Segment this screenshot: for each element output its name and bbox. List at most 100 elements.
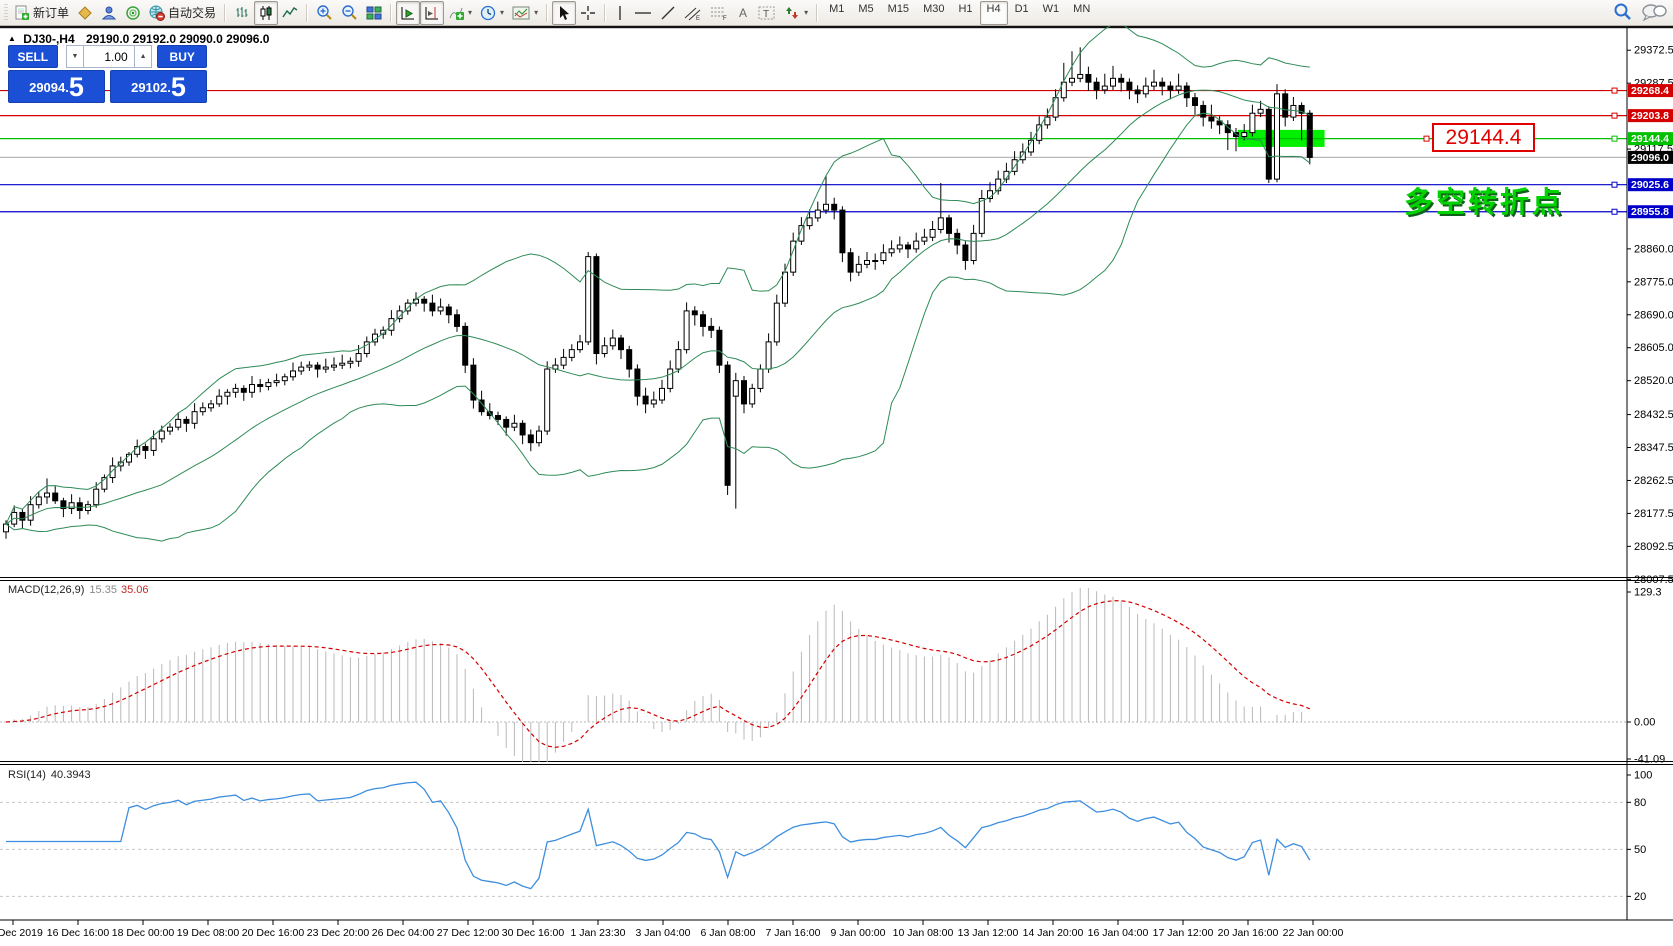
svg-text:10 Jan 08:00: 10 Jan 08:00 <box>893 927 954 939</box>
signals-button[interactable] <box>121 1 145 25</box>
rsi-indicator-label: RSI(14)40.3943 <box>8 769 91 781</box>
svg-text:14 Jan 20:00: 14 Jan 20:00 <box>1023 927 1084 939</box>
horizontal-lines <box>0 88 1627 214</box>
clock-icon <box>480 5 496 21</box>
mt4-window: { "toolbar": { "new_order_label": "新订单",… <box>0 0 1673 946</box>
indicators-caret-icon: ▾ <box>468 8 472 17</box>
auto-trading-label: 自动交易 <box>168 4 216 21</box>
horizontal-line-icon <box>634 5 652 21</box>
equidistant-channel-icon: E <box>684 5 702 21</box>
price-callout-label[interactable]: 29144.4 <box>1432 123 1535 152</box>
sell-price-box[interactable]: 29094. 5 <box>8 70 105 103</box>
line-chart-mode-button[interactable] <box>278 1 302 25</box>
volume-input[interactable]: 1.00 <box>84 45 133 68</box>
svg-text:E: E <box>696 16 700 21</box>
chart-shift-button[interactable] <box>420 1 444 25</box>
auto-trading-button[interactable]: 自动交易 <box>145 1 220 25</box>
tab-timeframe-M5[interactable]: M5 <box>851 1 880 25</box>
collapse-arrow-icon[interactable]: ▲ <box>8 34 16 43</box>
svg-text:29372.5: 29372.5 <box>1634 45 1673 57</box>
buy-button[interactable]: BUY <box>157 45 207 68</box>
tab-timeframe-H4[interactable]: H4 <box>980 1 1008 25</box>
indicators-icon <box>448 5 464 21</box>
svg-text:30 Dec 16:00: 30 Dec 16:00 <box>502 927 565 939</box>
label-tool-button[interactable]: T <box>754 1 780 25</box>
toolbar-separator <box>390 4 392 22</box>
svg-text:A: A <box>739 6 747 20</box>
tab-timeframe-M15[interactable]: M15 <box>881 1 916 25</box>
chart-shift-icon <box>424 5 440 21</box>
fibonacci-icon: F <box>710 5 728 21</box>
chat-icon[interactable] <box>1641 2 1667 22</box>
horizontal-line-tool-button[interactable] <box>630 1 656 25</box>
auto-scroll-button[interactable] <box>396 1 420 25</box>
text-label-icon: T <box>758 5 776 21</box>
periods-button[interactable]: ▾ <box>476 1 508 25</box>
navigator-button[interactable] <box>97 1 121 25</box>
tile-windows-icon <box>366 5 382 21</box>
svg-text:7 Jan 16:00: 7 Jan 16:00 <box>766 927 821 939</box>
template-icon <box>512 5 530 21</box>
macd-indicator-label: MACD(12,26,9)15.3535.06 <box>8 584 148 596</box>
vertical-line-tool-button[interactable] <box>610 1 630 25</box>
toolbar-separator <box>306 4 308 22</box>
svg-text:20 Jan 16:00: 20 Jan 16:00 <box>1218 927 1279 939</box>
quotes-icon <box>77 5 93 21</box>
bb-lower-band <box>6 113 1310 541</box>
templates-button[interactable]: ▾ <box>508 1 542 25</box>
zoom-in-icon <box>316 4 333 21</box>
tab-timeframe-M30[interactable]: M30 <box>916 1 951 25</box>
bar-chart-icon <box>234 5 250 21</box>
symbol-header: ▲ DJ30-,H4 29190.0 29192.0 29090.0 29096… <box>8 32 269 46</box>
text-tool-button[interactable]: A <box>732 1 754 25</box>
tab-timeframe-D1[interactable]: D1 <box>1008 1 1036 25</box>
toolbar-grip <box>4 4 8 22</box>
new-order-button[interactable]: 新订单 <box>10 1 73 25</box>
periods-caret-icon: ▾ <box>500 8 504 17</box>
rsi-line <box>6 782 1310 888</box>
navigator-icon <box>101 5 117 21</box>
svg-text:23 Dec 20:00: 23 Dec 20:00 <box>307 927 370 939</box>
panel-separators <box>0 578 1673 765</box>
rsi-panel <box>0 782 1627 896</box>
svg-text:28690.0: 28690.0 <box>1634 309 1673 321</box>
tab-timeframe-H1[interactable]: H1 <box>951 1 979 25</box>
buy-price: 29102. <box>131 76 171 100</box>
annotation-text-cn[interactable]: 多空转折点 <box>1404 179 1564 221</box>
channel-tool-button[interactable]: E <box>680 1 706 25</box>
bar-chart-mode-button[interactable] <box>230 1 254 25</box>
tab-timeframe-M1[interactable]: M1 <box>822 1 851 25</box>
search-icon[interactable] <box>1613 2 1633 22</box>
cursor-tool-button[interactable] <box>552 1 576 25</box>
text-icon: A <box>736 5 750 21</box>
svg-text:13 Dec 2019: 13 Dec 2019 <box>0 927 43 939</box>
signal-icon <box>125 5 141 21</box>
svg-text:16 Jan 04:00: 16 Jan 04:00 <box>1088 927 1149 939</box>
trendline-tool-button[interactable] <box>656 1 680 25</box>
indicators-button[interactable]: ▾ <box>444 1 476 25</box>
fibonacci-tool-button[interactable]: F <box>706 1 732 25</box>
volume-increase-button[interactable]: ▲ <box>134 45 153 68</box>
svg-text:3 Jan 04:00: 3 Jan 04:00 <box>636 927 691 939</box>
tab-timeframe-W1[interactable]: W1 <box>1036 1 1067 25</box>
zoom-in-button[interactable] <box>312 1 337 25</box>
chart-canvas[interactable]: 29372.529287.529117.528860.028775.028690… <box>0 26 1673 946</box>
tile-windows-button[interactable] <box>362 1 386 25</box>
market-watch-button[interactable] <box>73 1 97 25</box>
volume-decrease-button[interactable]: ▼ <box>66 45 85 68</box>
svg-text:29025.6: 29025.6 <box>1631 179 1669 191</box>
chart-area[interactable]: 29372.529287.529117.528860.028775.028690… <box>0 26 1673 946</box>
bb-middle-band <box>6 90 1310 524</box>
zoom-out-button[interactable] <box>337 1 362 25</box>
svg-text:29096.0: 29096.0 <box>1631 152 1669 164</box>
buy-price-box[interactable]: 29102. 5 <box>110 70 207 103</box>
arrows-icon <box>784 5 800 21</box>
tab-timeframe-MN[interactable]: MN <box>1066 1 1097 25</box>
crosshair-tool-button[interactable] <box>576 1 600 25</box>
svg-text:28955.8: 28955.8 <box>1631 206 1669 218</box>
svg-text:28092.5: 28092.5 <box>1634 541 1673 553</box>
sell-button[interactable]: SELL <box>8 45 58 68</box>
candlestick-mode-button[interactable] <box>254 1 278 25</box>
shapes-tool-button[interactable]: ▾ <box>780 1 812 25</box>
svg-text:28347.5: 28347.5 <box>1634 442 1673 454</box>
